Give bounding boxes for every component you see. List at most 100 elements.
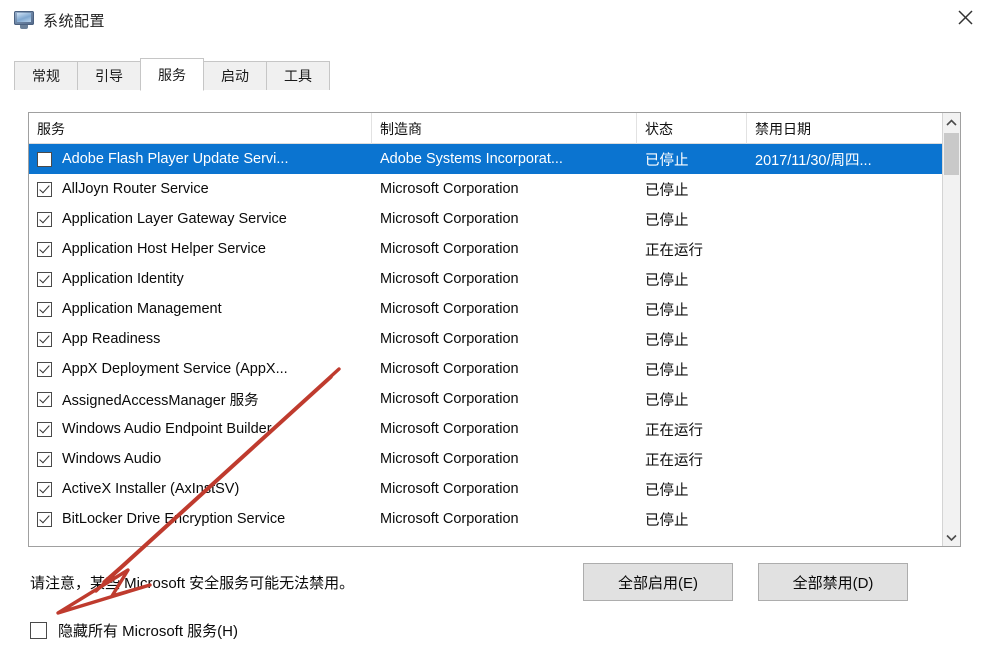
cell-disable-date	[747, 474, 943, 504]
cell-service-name: ActiveX Installer (AxInstSV)	[29, 474, 372, 504]
table-row[interactable]: Application Layer Gateway Service Microso…	[29, 204, 943, 234]
tab-list: 常规 引导 服务 启动 工具	[14, 58, 330, 91]
service-enabled-checkbox[interactable]	[37, 331, 52, 347]
cell-manufacturer: Microsoft Corporation	[380, 481, 519, 497]
tab-services[interactable]: 服务	[140, 58, 204, 91]
cell-service-name: Windows Audio	[29, 444, 372, 474]
services-list-scrollbar[interactable]	[942, 113, 960, 546]
cell-manufacturer: Microsoft Corporation	[380, 211, 519, 227]
close-button[interactable]	[942, 0, 988, 34]
cell-manufacturer: Adobe Systems Incorporat...	[380, 151, 563, 167]
cell-status: 已停止	[645, 272, 689, 289]
service-enabled-checkbox[interactable]	[37, 361, 52, 377]
tab-boot[interactable]: 引导	[77, 61, 141, 91]
window-title: 系统配置	[43, 12, 106, 30]
cell-service-name: Adobe Flash Player Update Servi...	[29, 144, 372, 174]
service-enabled-checkbox[interactable]	[37, 391, 52, 407]
column-header-status[interactable]: 状态	[637, 113, 747, 144]
service-name-label: Windows Audio	[62, 451, 162, 467]
service-enabled-checkbox[interactable]	[37, 151, 52, 167]
tab-general-label: 常规	[32, 68, 60, 84]
scrollbar-down-button[interactable]	[943, 528, 960, 546]
cell-status: 已停止	[645, 302, 689, 319]
cell-service-name: AllJoyn Router Service	[29, 174, 372, 204]
table-row[interactable]: Windows Audio Endpoint Builder Microsoft …	[29, 414, 943, 444]
column-header-service[interactable]: 服务	[29, 113, 372, 144]
cell-manufacturer: Microsoft Corporation	[380, 451, 519, 467]
cell-service-name: Application Host Helper Service	[29, 234, 372, 264]
scrollbar-thumb[interactable]	[944, 133, 959, 175]
cell-status: 已停止	[645, 182, 689, 199]
tab-general[interactable]: 常规	[14, 61, 78, 91]
tab-strip: 常规 引导 服务 启动 工具	[14, 58, 975, 91]
cell-service-name: BitLocker Drive Encryption Service	[29, 504, 372, 534]
table-row[interactable]: Windows Audio Microsoft Corporation 正在运行	[29, 444, 943, 474]
service-name-label: AllJoyn Router Service	[62, 181, 209, 197]
service-name-label: Application Management	[62, 301, 222, 317]
service-name-label: Application Layer Gateway Service	[62, 211, 287, 227]
service-enabled-checkbox[interactable]	[37, 211, 52, 227]
table-row[interactable]: Application Identity Microsoft Corporatio…	[29, 264, 943, 294]
cell-disable-date	[747, 294, 943, 324]
service-enabled-checkbox[interactable]	[37, 511, 52, 527]
table-row[interactable]: Adobe Flash Player Update Servi... Adobe …	[29, 144, 943, 174]
tab-startup[interactable]: 启动	[203, 61, 267, 91]
tab-tools[interactable]: 工具	[266, 61, 330, 91]
cell-manufacturer: Microsoft Corporation	[380, 421, 519, 437]
table-row[interactable]: Application Host Helper Service Microsoft…	[29, 234, 943, 264]
column-header-disable-date[interactable]: 禁用日期	[747, 113, 938, 144]
cell-service-name: App Readiness	[29, 324, 372, 354]
cell-status: 已停止	[645, 152, 689, 169]
hide-all-microsoft-services-row[interactable]: 隐藏所有 Microsoft 服务(H)	[30, 620, 238, 641]
cell-status: 已停止	[645, 482, 689, 499]
cell-status: 正在运行	[645, 422, 703, 439]
services-list-view[interactable]: 服务 制造商 状态 禁用日期 Adobe Flash Player Update…	[28, 112, 961, 547]
table-row[interactable]: ActiveX Installer (AxInstSV) Microsoft Co…	[29, 474, 943, 504]
close-icon	[957, 9, 973, 25]
hide-all-microsoft-services-checkbox[interactable]	[30, 622, 47, 639]
cell-status: 正在运行	[645, 242, 703, 259]
service-name-label: Windows Audio Endpoint Builder	[62, 421, 272, 437]
service-name-label: AppX Deployment Service (AppX...	[62, 361, 288, 377]
security-services-note: 请注意，某些 Microsoft 安全服务可能无法禁用。	[30, 575, 355, 592]
cell-status: 已停止	[645, 512, 689, 529]
table-row[interactable]: BitLocker Drive Encryption Service Micros…	[29, 504, 943, 534]
cell-disable-date	[747, 504, 943, 534]
cell-disable-date	[747, 384, 943, 414]
scrollbar-up-button[interactable]	[943, 113, 960, 131]
cell-manufacturer: Microsoft Corporation	[380, 301, 519, 317]
service-enabled-checkbox[interactable]	[37, 271, 52, 287]
cell-manufacturer: Microsoft Corporation	[380, 511, 519, 527]
cell-disable-date	[747, 234, 943, 264]
cell-disable-date	[747, 354, 943, 384]
service-enabled-checkbox[interactable]	[37, 301, 52, 317]
service-name-label: ActiveX Installer (AxInstSV)	[62, 481, 240, 497]
table-row[interactable]: Application Management Microsoft Corporat…	[29, 294, 943, 324]
cell-manufacturer: Microsoft Corporation	[380, 331, 519, 347]
tab-tools-label: 工具	[284, 68, 312, 84]
service-enabled-checkbox[interactable]	[37, 241, 52, 257]
service-enabled-checkbox[interactable]	[37, 421, 52, 437]
column-header-manufacturer[interactable]: 制造商	[372, 113, 637, 144]
service-name-label: App Readiness	[62, 331, 161, 347]
service-enabled-checkbox[interactable]	[37, 481, 52, 497]
services-list-header: 服务 制造商 状态 禁用日期	[29, 113, 960, 144]
table-row[interactable]: App Readiness Microsoft Corporation 已停止	[29, 324, 943, 354]
cell-status: 已停止	[645, 212, 689, 229]
service-name-label: Application Identity	[62, 271, 184, 287]
table-row[interactable]: AllJoyn Router Service Microsoft Corporat…	[29, 174, 943, 204]
tab-boot-label: 引导	[95, 68, 123, 84]
cell-status: 已停止	[645, 362, 689, 379]
hide-all-microsoft-services-label: 隐藏所有 Microsoft 服务(H)	[58, 623, 239, 640]
cell-manufacturer: Microsoft Corporation	[380, 391, 519, 407]
cell-disable-date	[747, 414, 943, 444]
disable-all-button[interactable]: 全部禁用(D)	[758, 563, 908, 601]
cell-service-name: Application Identity	[29, 264, 372, 294]
service-enabled-checkbox[interactable]	[37, 451, 52, 467]
enable-all-button[interactable]: 全部启用(E)	[583, 563, 733, 601]
table-row[interactable]: AppX Deployment Service (AppX... Microsof…	[29, 354, 943, 384]
service-enabled-checkbox[interactable]	[37, 181, 52, 197]
service-name-label: Application Host Helper Service	[62, 241, 266, 257]
table-row[interactable]: AssignedAccessManager 服务 Microsoft Corpor…	[29, 384, 943, 414]
service-name-label: BitLocker Drive Encryption Service	[62, 511, 286, 527]
